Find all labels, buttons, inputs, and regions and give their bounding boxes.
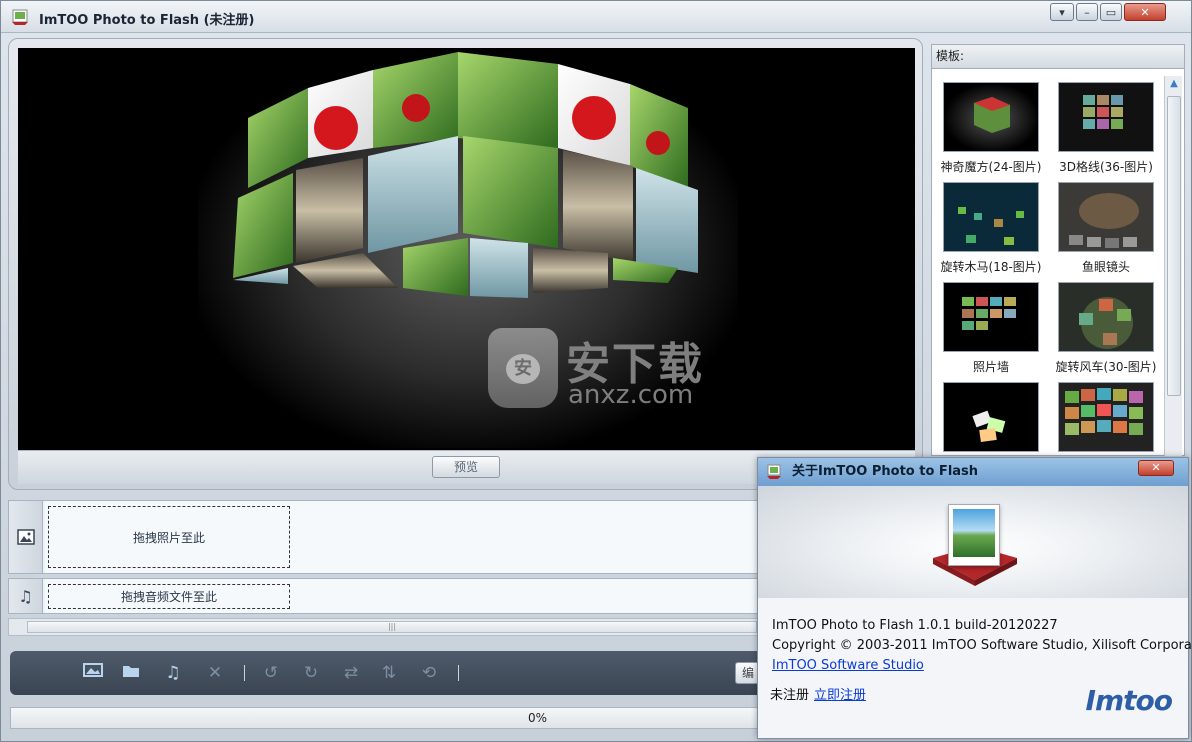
timeline-scrollbar[interactable]: ||| bbox=[8, 618, 768, 636]
maximize-button[interactable]: ▭ bbox=[1100, 3, 1122, 21]
template-label: 鱼眼镜头 bbox=[1081, 260, 1130, 274]
about-title: 关于ImTOO Photo to Flash bbox=[792, 464, 979, 479]
logo-photo bbox=[948, 504, 1000, 566]
rotate-left-icon[interactable]: ↺ bbox=[258, 661, 284, 685]
minimize-button[interactable]: – bbox=[1076, 3, 1098, 21]
about-banner bbox=[758, 486, 1188, 598]
toolbar-separator bbox=[244, 665, 245, 681]
template-header: 模板: bbox=[932, 45, 1184, 69]
template-thumb bbox=[943, 282, 1039, 352]
template-item[interactable]: 照片墙 bbox=[938, 282, 1044, 375]
template-label: 3D格线(36-图片) bbox=[1059, 160, 1153, 174]
copyright-text: Copyright © 2003-2011 ImTOO Software Stu… bbox=[772, 638, 1192, 653]
about-close-button[interactable]: ✕ bbox=[1138, 460, 1174, 476]
open-folder-icon[interactable] bbox=[118, 661, 144, 685]
template-label: 照片墙 bbox=[972, 360, 1009, 374]
watermark: 安 安下载 anxz.com bbox=[488, 328, 728, 418]
close-button[interactable]: ✕ bbox=[1124, 3, 1166, 21]
template-thumb bbox=[943, 182, 1039, 252]
template-item[interactable]: 鱼眼镜头 bbox=[1053, 182, 1159, 275]
about-dialog: 关于ImTOO Photo to Flash ✕ ImTOO Photo to … bbox=[757, 457, 1192, 739]
rotate-right-icon[interactable]: ↻ bbox=[298, 661, 324, 685]
template-thumb bbox=[1058, 382, 1154, 452]
template-thumb bbox=[1058, 182, 1154, 252]
app-icon bbox=[767, 464, 781, 479]
watermark-shield-icon: 安 bbox=[488, 328, 558, 408]
template-label: 旋转风车(30-图片) bbox=[1055, 360, 1157, 374]
watermark-url: anxz.com bbox=[568, 380, 694, 410]
template-thumb bbox=[1058, 282, 1154, 352]
delete-icon[interactable]: ✕ bbox=[202, 661, 228, 685]
add-music-icon[interactable]: ♫ bbox=[160, 661, 186, 685]
template-item[interactable]: 3D格线(36-图片) bbox=[1053, 82, 1159, 175]
swap-icon[interactable]: ⇄ bbox=[338, 661, 364, 685]
cube-preview-image bbox=[233, 52, 698, 298]
toolbar-separator bbox=[458, 665, 459, 681]
about-title-bar: 关于ImTOO Photo to Flash bbox=[758, 458, 1188, 486]
register-now-link[interactable]: 立即注册 bbox=[814, 684, 866, 703]
preview-stage: 安 安下载 anxz.com bbox=[18, 48, 915, 450]
version-text: ImTOO Photo to Flash 1.0.1 build-2012022… bbox=[772, 618, 1058, 633]
template-thumb bbox=[1058, 82, 1154, 152]
scroll-thumb[interactable] bbox=[1167, 96, 1181, 396]
timeline-scroll-thumb[interactable]: ||| bbox=[27, 621, 757, 633]
music-note-icon: ♫ bbox=[9, 579, 43, 613]
template-label: 神奇魔方(24-图片) bbox=[940, 160, 1042, 174]
title-bar: ImTOO Photo to Flash (未注册) ▾ – ▭ ✕ bbox=[1, 1, 1191, 33]
template-item[interactable]: 神奇魔方(24-图片) bbox=[938, 82, 1044, 175]
template-thumb bbox=[943, 82, 1039, 152]
imtoo-logo: Imtoo bbox=[1085, 684, 1173, 717]
sort-icon[interactable]: ⇅ bbox=[376, 661, 402, 685]
image-icon bbox=[9, 501, 43, 573]
template-item[interactable]: 旋转木马(18-图片) bbox=[938, 182, 1044, 275]
template-label: 旋转木马(18-图片) bbox=[940, 260, 1042, 274]
studio-link[interactable]: ImTOO Software Studio bbox=[772, 658, 924, 673]
scroll-up-icon[interactable]: ▲ bbox=[1167, 78, 1181, 92]
add-photo-icon[interactable] bbox=[80, 661, 106, 685]
template-item[interactable]: 旋转风车(30-图片) bbox=[1053, 282, 1159, 375]
template-scrollbar[interactable]: ▲ bbox=[1164, 76, 1182, 456]
registration-status: 未注册 bbox=[770, 688, 810, 703]
undo-icon[interactable]: ⟲ bbox=[416, 661, 442, 685]
photo-drop-zone[interactable]: 拖拽照片至此 bbox=[48, 506, 290, 568]
preview-button[interactable]: 预览 bbox=[432, 456, 500, 478]
template-thumb bbox=[943, 382, 1039, 452]
template-item[interactable] bbox=[1053, 382, 1159, 452]
audio-drop-zone[interactable]: 拖拽音频文件至此 bbox=[48, 584, 290, 609]
window-menu-button[interactable]: ▾ bbox=[1050, 3, 1074, 21]
app-icon bbox=[12, 9, 28, 25]
toolbar: ♫ ✕ ↺ ↻ ⇄ ⇅ ⟲ bbox=[10, 651, 770, 695]
template-item[interactable] bbox=[938, 382, 1044, 452]
window-title: ImTOO Photo to Flash (未注册) bbox=[39, 13, 255, 28]
